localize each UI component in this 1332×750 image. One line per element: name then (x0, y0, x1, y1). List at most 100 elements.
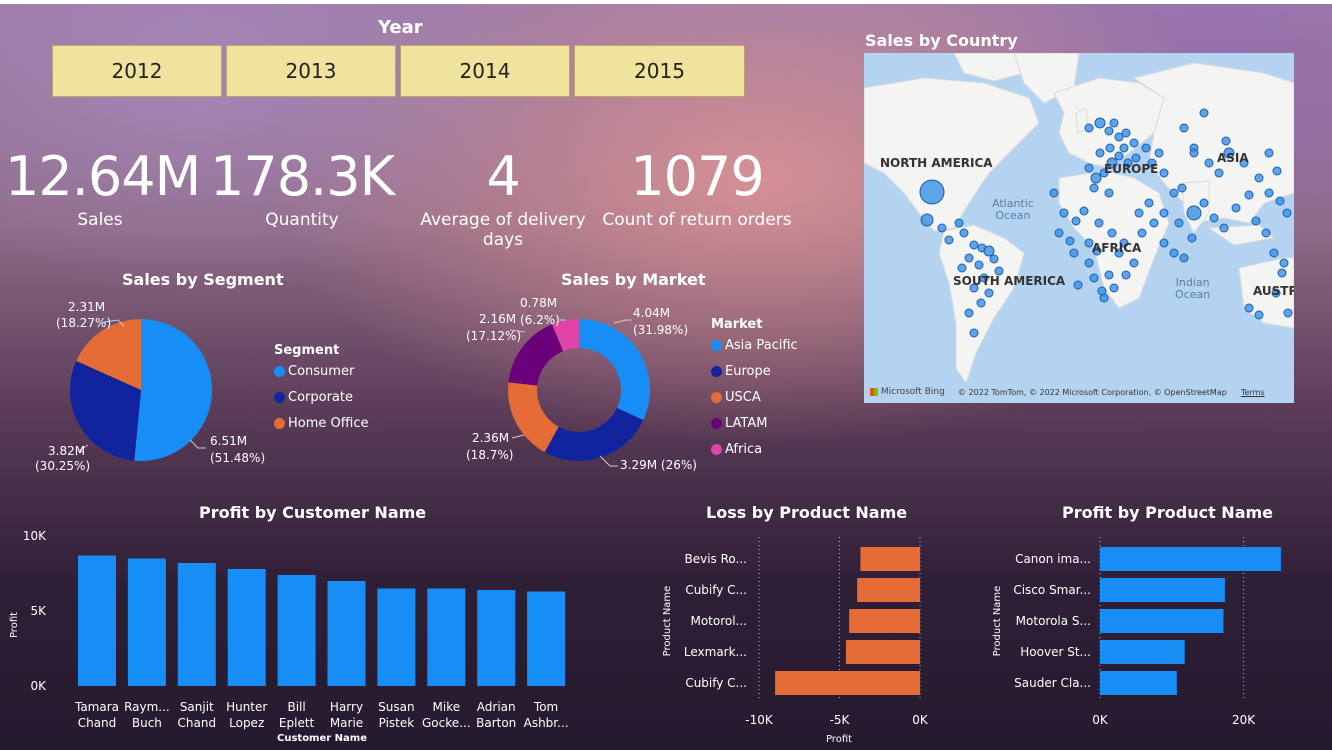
country-sales-bubble[interactable] (1094, 117, 1106, 129)
legend-item-asia-pacific[interactable]: Asia Pacific (711, 332, 798, 358)
country-sales-bubble[interactable] (1272, 166, 1282, 176)
country-sales-bubble[interactable] (1071, 216, 1081, 226)
country-sales-bubble[interactable] (1264, 148, 1274, 158)
country-sales-bubble[interactable] (1097, 286, 1107, 296)
country-sales-bubble[interactable] (1104, 126, 1114, 136)
country-sales-bubble[interactable] (1054, 228, 1064, 238)
year-button-2014[interactable]: 2014 (400, 45, 570, 97)
product-bar[interactable] (845, 640, 920, 664)
country-sales-bubble[interactable] (1204, 158, 1214, 168)
customer-bar[interactable] (177, 563, 216, 686)
product-bar[interactable] (1100, 609, 1224, 633)
country-sales-bubble[interactable] (976, 298, 986, 308)
country-sales-bubble[interactable] (1279, 258, 1289, 268)
country-sales-bubble[interactable] (1199, 198, 1209, 208)
customer-bar[interactable] (477, 590, 516, 686)
customer-bar[interactable] (127, 558, 166, 687)
country-sales-bubble[interactable] (1104, 270, 1114, 280)
country-sales-bubble[interactable] (957, 263, 967, 273)
market-slice-europe[interactable] (544, 407, 644, 461)
country-sales-bubble[interactable] (937, 223, 947, 233)
legend-item-corporate[interactable]: Corporate (274, 384, 368, 410)
country-sales-bubble[interactable] (1137, 228, 1147, 238)
country-sales-bubble[interactable] (1214, 168, 1224, 178)
country-sales-bubble[interactable] (1174, 218, 1184, 228)
country-sales-bubble[interactable] (1079, 206, 1089, 216)
country-sales-bubble[interactable] (1277, 268, 1287, 278)
country-sales-bubble[interactable] (1275, 196, 1285, 206)
legend-item-consumer[interactable]: Consumer (274, 358, 368, 384)
loss-by-product-chart[interactable]: Product Name Bevis Ro... Cubify C... Motor… (655, 535, 935, 747)
country-sales-bubble[interactable] (1159, 238, 1169, 248)
country-sales-bubble[interactable] (1186, 205, 1202, 221)
country-sales-bubble[interactable] (1254, 173, 1264, 183)
country-sales-bubble[interactable] (1264, 188, 1274, 198)
product-bar[interactable] (849, 609, 920, 633)
country-sales-bubble[interactable] (920, 213, 934, 227)
country-sales-bubble[interactable] (1059, 208, 1069, 218)
country-sales-bubble[interactable] (974, 260, 984, 270)
country-sales-bubble[interactable] (954, 218, 964, 228)
country-sales-bubble[interactable] (969, 328, 979, 338)
country-sales-bubble[interactable] (1089, 183, 1099, 193)
profit-by-customer-chart[interactable]: Profit 0K 5K 10K Tamara Chand Raym... Buch San… (0, 525, 580, 747)
legend-item-africa[interactable]: Africa (711, 436, 798, 462)
legend-item-latam[interactable]: LATAM (711, 410, 798, 436)
country-sales-bubble[interactable] (1261, 228, 1271, 238)
year-button-2015[interactable]: 2015 (574, 45, 745, 97)
country-sales-bubble[interactable] (1177, 183, 1187, 193)
segment-slice-consumer[interactable] (134, 319, 213, 461)
country-sales-bubble[interactable] (1121, 128, 1131, 138)
country-sales-bubble[interactable] (1084, 258, 1094, 268)
year-button-2012[interactable]: 2012 (52, 45, 222, 97)
country-sales-bubble[interactable] (1219, 223, 1229, 233)
country-sales-bubble[interactable] (1084, 163, 1094, 173)
country-sales-bubble[interactable] (1189, 148, 1199, 158)
country-sales-bubble[interactable] (1073, 280, 1083, 290)
country-sales-bubble[interactable] (1269, 248, 1279, 258)
country-sales-bubble[interactable] (1221, 136, 1231, 146)
country-sales-bubble[interactable] (1179, 253, 1189, 263)
country-sales-bubble[interactable] (1089, 273, 1099, 283)
segment-pie-chart[interactable]: 2.31M (18.27%) 3.82M (30.25%) 6.51M (51.… (0, 290, 270, 480)
country-sales-bubble[interactable] (1169, 188, 1179, 198)
year-button-2013[interactable]: 2013 (226, 45, 396, 97)
country-sales-bubble[interactable] (969, 240, 979, 250)
country-sales-bubble[interactable] (989, 254, 999, 264)
country-sales-bubble[interactable] (1244, 303, 1254, 313)
country-sales-bubble[interactable] (1282, 208, 1292, 218)
country-sales-bubble[interactable] (1104, 188, 1114, 198)
country-sales-bubble[interactable] (1105, 143, 1115, 153)
product-bar[interactable] (775, 671, 920, 695)
country-sales-bubble[interactable] (1049, 188, 1059, 198)
customer-bar[interactable] (277, 575, 316, 686)
country-sales-bubble[interactable] (964, 253, 974, 263)
country-sales-bubble[interactable] (1251, 216, 1261, 226)
product-bar[interactable] (1100, 671, 1177, 695)
country-sales-bubble[interactable] (1187, 233, 1197, 243)
country-sales-bubble[interactable] (1069, 248, 1079, 258)
legend-item-home-office[interactable]: Home Office (274, 410, 368, 436)
product-bar[interactable] (860, 547, 920, 571)
country-sales-bubble[interactable] (1065, 236, 1075, 246)
market-donut-chart[interactable]: 4.04M (31.98%) 0.78M (6.2%) 2.16M (17.12… (440, 290, 710, 480)
country-sales-bubble[interactable] (1231, 203, 1241, 213)
product-bar[interactable] (1100, 640, 1185, 664)
country-sales-bubble[interactable] (1199, 108, 1209, 118)
customer-bar[interactable] (377, 588, 416, 687)
customer-bar[interactable] (327, 581, 366, 686)
country-sales-bubble[interactable] (1144, 198, 1154, 208)
country-sales-bubble[interactable] (1134, 208, 1144, 218)
country-sales-bubble[interactable] (1095, 148, 1105, 158)
country-sales-bubble[interactable] (1169, 248, 1179, 258)
product-bar[interactable] (857, 578, 920, 602)
country-sales-bubble[interactable] (1159, 208, 1169, 218)
country-sales-bubble[interactable] (1109, 118, 1119, 128)
country-sales-bubble[interactable] (1114, 151, 1124, 161)
country-sales-bubble[interactable] (1107, 228, 1117, 238)
customer-bar[interactable] (78, 555, 116, 687)
country-sales-bubble[interactable] (1209, 213, 1219, 223)
country-sales-bubble[interactable] (1179, 123, 1189, 133)
legend-item-europe[interactable]: Europe (711, 358, 798, 384)
country-sales-bubble[interactable] (1090, 172, 1102, 184)
